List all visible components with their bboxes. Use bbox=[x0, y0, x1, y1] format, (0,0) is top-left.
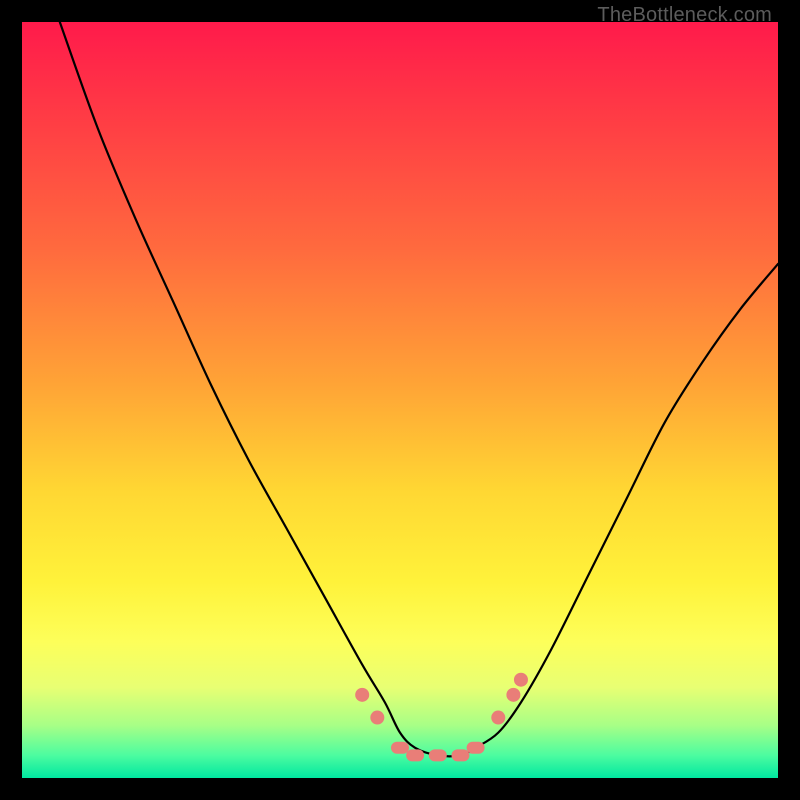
markers-group bbox=[355, 673, 528, 762]
marker-point bbox=[370, 711, 384, 725]
marker-point bbox=[391, 742, 409, 754]
marker-point bbox=[406, 749, 424, 761]
marker-point bbox=[355, 688, 369, 702]
watermark-text: TheBottleneck.com bbox=[597, 4, 772, 27]
marker-point bbox=[467, 742, 485, 754]
marker-point bbox=[491, 711, 505, 725]
marker-point bbox=[429, 749, 447, 761]
chart-frame: TheBottleneck.com bbox=[0, 0, 800, 800]
plot-area bbox=[22, 22, 778, 778]
marker-point bbox=[514, 673, 528, 687]
bottleneck-curve bbox=[60, 22, 778, 756]
curve-svg bbox=[22, 22, 778, 778]
marker-point bbox=[451, 749, 469, 761]
marker-point bbox=[506, 688, 520, 702]
